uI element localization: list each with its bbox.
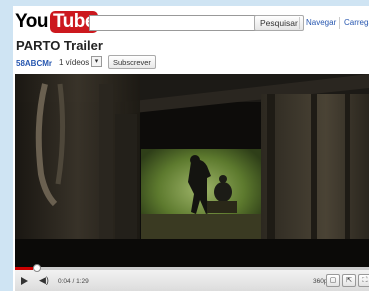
page-background-left bbox=[0, 0, 13, 291]
logo-you: You bbox=[15, 11, 48, 32]
channel-link[interactable]: 58ABCMr bbox=[16, 59, 52, 68]
nav-divider bbox=[339, 17, 340, 29]
chevron-down-icon[interactable]: ▾ bbox=[91, 56, 102, 67]
expand-icon[interactable]: ⇱ bbox=[342, 274, 356, 287]
youtube-logo[interactable]: You Tube bbox=[15, 11, 98, 33]
nav-browse-link[interactable]: Navegar bbox=[306, 18, 336, 27]
nav-upload-link[interactable]: Carrega bbox=[344, 18, 369, 27]
page-background-top bbox=[0, 0, 369, 6]
progress-fill bbox=[15, 267, 33, 270]
popout-icon[interactable]: ▢ bbox=[326, 274, 340, 287]
progress-bar[interactable] bbox=[15, 264, 369, 272]
video-title: PARTO Trailer bbox=[16, 38, 103, 53]
channel-video-count: 1 vídeos bbox=[59, 58, 90, 67]
video-frame[interactable] bbox=[15, 74, 369, 267]
scrubber-handle[interactable] bbox=[33, 264, 41, 272]
video-player[interactable]: ◀) 0:04 / 1:29 360p ˆ ▢ ⇱ ⛶ bbox=[15, 74, 369, 291]
search-button[interactable]: Pesquisar bbox=[254, 15, 304, 31]
nav-divider bbox=[299, 17, 300, 29]
fullscreen-icon[interactable]: ⛶ bbox=[358, 274, 369, 287]
time-display: 0:04 / 1:29 bbox=[58, 278, 89, 285]
play-icon[interactable] bbox=[21, 277, 28, 285]
subscribe-button[interactable]: Subscrever bbox=[108, 55, 156, 69]
search-input[interactable] bbox=[89, 15, 257, 31]
volume-icon[interactable]: ◀) bbox=[39, 275, 49, 286]
